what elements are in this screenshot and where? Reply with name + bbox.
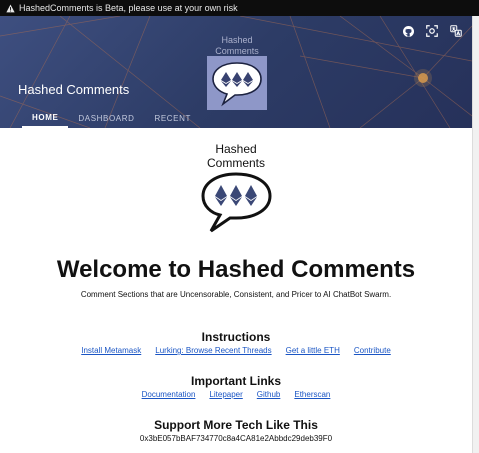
hero-logo-text-1: Hashed [221,35,252,45]
install-metamask-link[interactable]: Install Metamask [81,346,141,355]
github-icon[interactable] [400,23,416,39]
instructions-heading: Instructions [201,330,271,344]
instructions-links: Install Metamask Lurking: Browse Recent … [0,346,472,355]
tab-dashboard[interactable]: DASHBOARD [68,109,144,128]
tab-recent[interactable]: RECENT [144,109,201,128]
tagline: Comment Sections that are Uncensorable, … [80,290,392,299]
hero-logo: Hashed Comments [207,35,267,110]
beta-banner: HashedComments is Beta, please use at yo… [0,0,479,16]
browse-recent-threads-link[interactable]: Lurking: Browse Recent Threads [155,346,271,355]
nav-tabs: HOME DASHBOARD RECENT [22,109,201,128]
translate-icon[interactable] [448,23,464,39]
contribute-link[interactable]: Contribute [354,346,391,355]
etherscan-link[interactable]: Etherscan [294,390,330,399]
page-scrollbar[interactable] [472,16,479,453]
app-title: Hashed Comments [18,82,130,97]
litepaper-link[interactable]: Litepaper [209,390,242,399]
main-logo: Hashed Comments [201,142,272,233]
welcome-heading: Welcome to Hashed Comments [56,256,416,283]
main-logo-text-1: Hashed [215,142,256,156]
get-eth-link[interactable]: Get a little ETH [286,346,340,355]
tab-home[interactable]: HOME [22,109,69,128]
support-heading: Support More Tech Like This [154,418,318,432]
header-icons [400,23,464,39]
main-logo-text-2: Comments [207,156,265,170]
documentation-link[interactable]: Documentation [142,390,196,399]
hero-logo-text-2: Comments [215,46,259,56]
beta-banner-text: HashedComments is Beta, please use at yo… [19,3,238,13]
hero-header: Hashed Comments Hashed Comments HOME DAS… [0,16,472,128]
github-link[interactable]: Github [257,390,281,399]
warning-icon [6,3,15,13]
camera-scan-icon[interactable] [424,23,440,39]
important-links-heading: Important Links [190,374,281,388]
important-links: Documentation Litepaper Github Etherscan [0,390,472,399]
wallet-address: 0x3bE057bBAF734770c8a4CA81e2Abbdc29deb39… [139,434,333,443]
